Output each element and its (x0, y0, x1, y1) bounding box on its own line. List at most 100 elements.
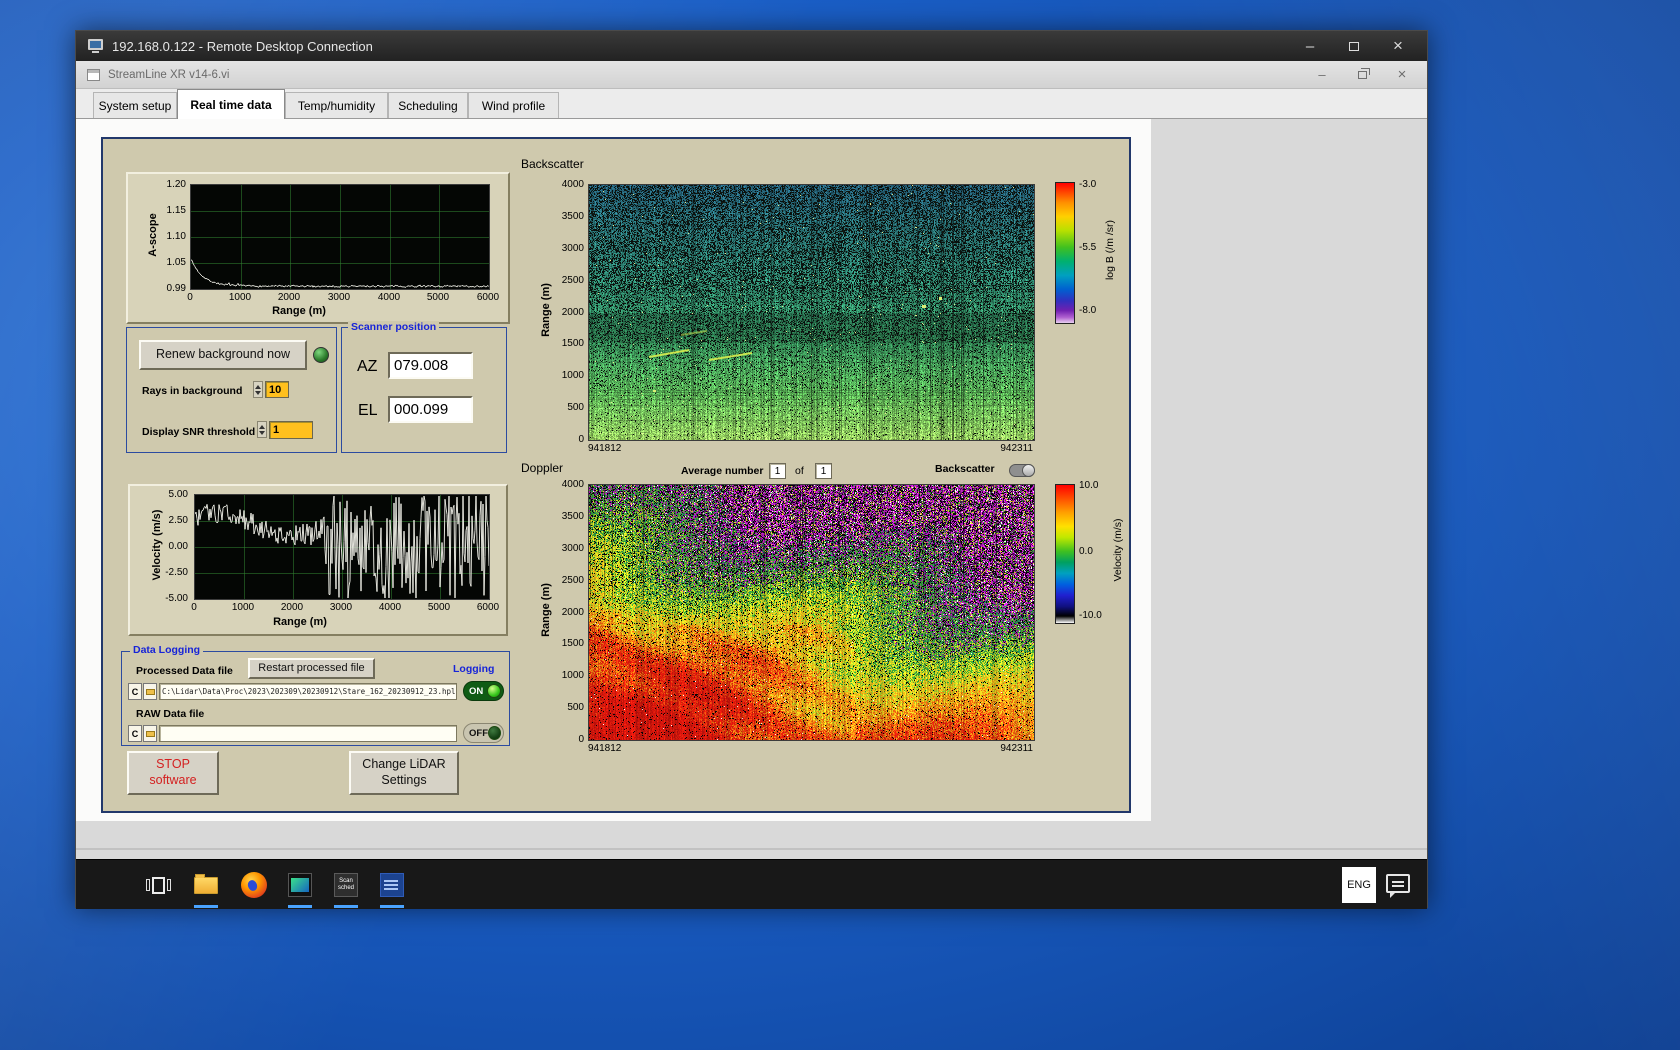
velocity-ytick: 2.50 (168, 515, 188, 526)
data-logging-box: Data Logging Processed Data file Restart… (121, 644, 510, 746)
running-indicator (380, 905, 404, 908)
language-indicator[interactable]: ENG (1342, 867, 1376, 903)
average-number-label: Average number (681, 465, 764, 477)
ascope-graph-frame: A-scope 1.20 1.15 1.10 1.05 0.99 0 1000 … (126, 172, 510, 324)
snr-value-field[interactable]: 1 (269, 421, 313, 439)
raw-logging-off-toggle[interactable]: OFF (463, 723, 504, 743)
scan-icon-line1: Scan (339, 877, 353, 884)
ascope-ytick: 1.20 (166, 179, 186, 190)
backscatter-x-start: 941812 (588, 443, 622, 454)
rdp-caption-buttons: – × (1293, 35, 1415, 57)
desktop: 192.168.0.122 - Remote Desktop Connectio… (0, 0, 1680, 1050)
backscatter-ytick: 3000 (561, 243, 584, 254)
main-panel: A-scope 1.20 1.15 1.10 1.05 0.99 0 1000 … (101, 137, 1131, 813)
tab-wind-profile[interactable]: Wind profile (468, 92, 559, 118)
backscatter-x-end: 942311 (1000, 443, 1033, 454)
velocity-xtick: 4000 (378, 602, 402, 613)
firefox-button[interactable] (240, 871, 268, 899)
ascope-x-axis-label: Range (m) (272, 305, 326, 317)
tab-temp-humidity[interactable]: Temp/humidity (285, 92, 388, 118)
raw-browse-folder-icon[interactable] (143, 725, 157, 742)
rdp-minimize-button[interactable]: – (1293, 35, 1327, 57)
raw-path-field[interactable] (159, 725, 457, 742)
doppler-y-axis-label: Range (m) (540, 583, 552, 637)
elevation-value-field[interactable]: 000.099 (388, 396, 473, 423)
velocity-graph-frame: Velocity (m/s) 5.00 2.50 0.00 -2.50 -5.0… (128, 484, 508, 636)
backscatter-ytick: 1000 (561, 370, 584, 381)
backscatter-toggle[interactable] (1009, 464, 1035, 477)
notification-icon[interactable] (1386, 874, 1410, 898)
ascope-ytick: 1.05 (166, 257, 186, 268)
processed-browse-folder-icon[interactable] (143, 683, 157, 700)
doppler-cb-label: Velocity (m/s) (1112, 518, 1124, 582)
app-close-button[interactable]: × (1393, 66, 1411, 83)
doppler-ytick: 500 (567, 702, 584, 713)
snr-spinner[interactable] (257, 421, 267, 438)
backscatter-cb-tick: -5.5 (1079, 242, 1097, 253)
doppler-ytick: 3000 (561, 543, 584, 554)
file-explorer-icon (194, 873, 218, 894)
processed-path-field[interactable]: C:\Lidar\Data\Proc\2023\202309\20230912\… (159, 683, 457, 700)
backscatter-colorbar (1055, 182, 1075, 324)
velocity-xtick: 1000 (231, 602, 255, 613)
tab-system-setup[interactable]: System setup (93, 92, 177, 118)
remote-desktop-icon (88, 39, 103, 53)
average-number-field[interactable]: 1 (769, 463, 786, 479)
rdp-close-button[interactable]: × (1381, 35, 1415, 57)
velocity-xtick: 3000 (329, 602, 353, 613)
azimuth-value-field[interactable]: 079.008 (388, 352, 473, 379)
doppler-heatmap (588, 484, 1035, 741)
task-view-button[interactable] (144, 871, 172, 899)
rdp-titlebar[interactable]: 192.168.0.122 - Remote Desktop Connectio… (76, 31, 1427, 61)
rdp-maximize-button[interactable] (1337, 35, 1371, 57)
app-restore-button[interactable] (1353, 67, 1371, 83)
settings-line1: Change LiDAR (362, 757, 446, 772)
velocity-plot (194, 494, 490, 600)
off-led (488, 726, 501, 740)
labview-vi-icon (87, 68, 100, 81)
app-titlebar[interactable]: StreamLine XR v14-6.vi – × (76, 61, 1427, 89)
settings-line2: Settings (381, 773, 427, 787)
app-minimize-button[interactable]: – (1313, 67, 1331, 83)
processed-drive-selector[interactable]: C (128, 683, 142, 700)
running-indicator (334, 905, 358, 908)
change-lidar-settings-button[interactable]: Change LiDAR Settings (349, 751, 459, 795)
ascope-xtick: 2000 (277, 292, 301, 303)
average-total-field[interactable]: 1 (815, 463, 832, 479)
backscatter-title: Backscatter (521, 157, 584, 171)
background-controls-box: Renew background now Rays in background … (126, 327, 337, 453)
restart-processed-file-button[interactable]: Restart processed file (248, 658, 375, 679)
app-window-title: StreamLine XR v14-6.vi (108, 68, 230, 81)
file-explorer-button[interactable] (192, 871, 220, 899)
taskbar: Scan sched ENG (76, 859, 1427, 909)
pinned-app2-button[interactable] (378, 871, 406, 899)
doppler-cb-tick: 10.0 (1079, 480, 1099, 491)
processed-logging-on-toggle[interactable]: ON (463, 681, 504, 701)
scanner-position-box: Scanner position AZ 079.008 EL 000.099 (341, 321, 507, 453)
app-caption-buttons: – × (1313, 66, 1411, 83)
backscatter-ytick: 500 (567, 402, 584, 413)
stop-software-button[interactable]: STOP software (127, 751, 219, 795)
rays-value-field[interactable]: 10 (265, 381, 289, 398)
content-area: A-scope 1.20 1.15 1.10 1.05 0.99 0 1000 … (76, 119, 1427, 859)
ascope-xtick: 3000 (327, 292, 351, 303)
tab-scheduling[interactable]: Scheduling (388, 92, 468, 118)
doppler-cb-tick: 0.0 (1079, 546, 1093, 557)
tab-real-time-data[interactable]: Real time data (177, 89, 285, 119)
renew-background-led (313, 347, 329, 363)
ascope-xtick: 0 (187, 292, 193, 303)
doppler-ytick: 1000 (561, 670, 584, 681)
logging-label: Logging (453, 663, 495, 675)
app-screen-icon (288, 873, 312, 897)
renew-background-button[interactable]: Renew background now (139, 340, 307, 370)
velocity-xtick: 6000 (476, 602, 500, 613)
rays-spinner[interactable] (253, 381, 263, 398)
raw-drive-selector[interactable]: C (128, 725, 142, 742)
backscatter-ytick: 2000 (561, 307, 584, 318)
velocity-ytick: 0.00 (168, 541, 188, 552)
pinned-app-button[interactable] (286, 871, 314, 899)
scan-scheduler-button[interactable]: Scan sched (332, 871, 360, 899)
backscatter-ytick: 1500 (561, 338, 584, 349)
backscatter-ytick: 3500 (561, 211, 584, 222)
scanner-position-title: Scanner position (348, 321, 440, 333)
